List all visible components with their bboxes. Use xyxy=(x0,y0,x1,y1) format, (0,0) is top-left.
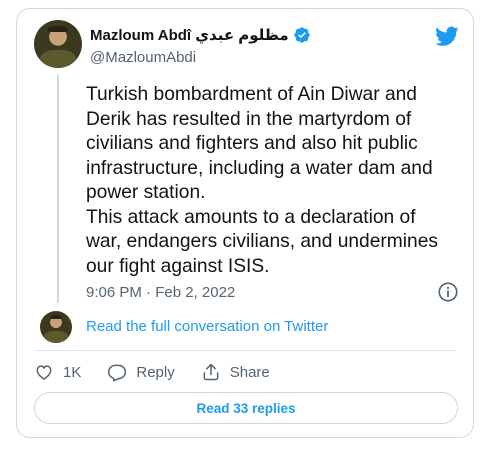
verified-badge-icon xyxy=(293,27,310,43)
twitter-bird-icon[interactable] xyxy=(435,24,459,48)
thread-connector-line xyxy=(57,75,59,303)
heart-icon xyxy=(36,365,52,380)
like-count: 1K xyxy=(63,363,82,381)
author-display-name[interactable]: Mazloum Abdî مظلوم عبدي xyxy=(90,26,289,44)
reply-icon xyxy=(108,364,127,382)
author-avatar[interactable] xyxy=(34,20,82,68)
author-handle[interactable]: @MazloumAbdi xyxy=(90,49,196,66)
share-icon xyxy=(203,363,219,381)
share-label: Share xyxy=(229,363,270,381)
tweet-text: Turkish bombardment of Ain Diwar and Der… xyxy=(86,84,438,277)
share-button[interactable]: Share xyxy=(201,362,270,382)
reply-label: Reply xyxy=(136,363,175,381)
author-name-row[interactable]: Mazloum Abdî مظلوم عبدي xyxy=(90,26,311,44)
conversation-avatar[interactable] xyxy=(40,311,72,343)
info-icon[interactable] xyxy=(437,281,459,303)
read-conversation-link[interactable]: Read the full conversation on Twitter xyxy=(86,318,328,335)
reply-button[interactable]: Reply xyxy=(107,362,175,382)
divider xyxy=(34,350,456,351)
embedded-tweet-card: Mazloum Abdî مظلوم عبدي @MazloumAbdi Tur… xyxy=(16,8,474,438)
tweet-timestamp[interactable]: 9:06 PM · Feb 2, 2022 xyxy=(86,284,235,301)
action-bar: 1K Reply Share xyxy=(34,362,296,382)
read-replies-button[interactable]: Read 33 replies xyxy=(34,392,458,424)
like-button[interactable]: 1K xyxy=(34,362,81,382)
